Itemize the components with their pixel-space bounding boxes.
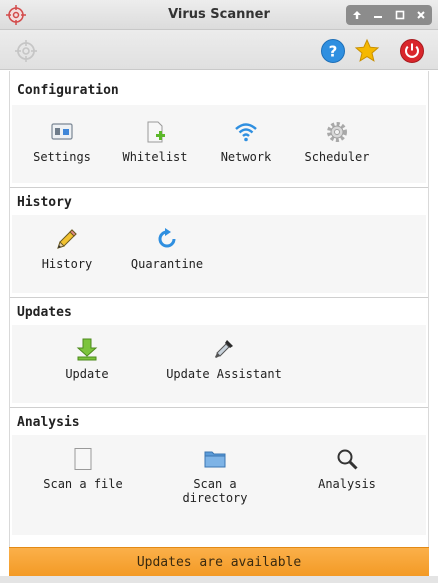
- download-arrow-icon: [76, 338, 98, 361]
- wifi-icon: [235, 123, 257, 142]
- star-icon[interactable]: [354, 38, 380, 64]
- eyedropper-icon: [215, 340, 233, 358]
- section-title: Updates: [17, 305, 72, 320]
- scan-directory-button[interactable]: Scan a directory: [160, 447, 270, 505]
- section-title: Configuration: [17, 83, 119, 98]
- main-panel: Configuration Settings Whitelist Network…: [9, 71, 429, 547]
- divider: [10, 407, 428, 408]
- close-icon[interactable]: [412, 6, 430, 24]
- section-title: History: [17, 195, 72, 210]
- minimize-icon[interactable]: [369, 6, 387, 24]
- file-icon: [74, 448, 92, 470]
- update-assistant-label: Update Assistant: [166, 367, 282, 381]
- divider: [10, 187, 428, 188]
- scan-directory-label: Scan a directory: [182, 477, 248, 505]
- scan-file-button[interactable]: Scan a file: [28, 447, 138, 491]
- scan-file-label: Scan a file: [43, 477, 123, 491]
- window-titlebar: Virus Scanner: [0, 0, 438, 30]
- maximize-icon[interactable]: [391, 6, 409, 24]
- gear-icon: [327, 122, 347, 142]
- history-button[interactable]: History: [12, 227, 122, 271]
- update-assistant-button[interactable]: Update Assistant: [161, 337, 287, 381]
- history-label: History: [41, 257, 93, 271]
- window-bottom-border: [0, 576, 438, 583]
- power-icon[interactable]: [399, 38, 425, 64]
- settings-icon: [51, 123, 73, 140]
- pencil-icon: [57, 229, 77, 249]
- crosshair-logo-icon: [15, 40, 37, 62]
- quarantine-button[interactable]: Quarantine: [112, 227, 222, 271]
- quarantine-label: Quarantine: [130, 257, 204, 271]
- analysis-button[interactable]: Analysis: [292, 447, 402, 491]
- updates-available-banner[interactable]: Updates are available: [9, 547, 429, 576]
- divider: [10, 297, 428, 298]
- folder-icon: [204, 451, 226, 468]
- analysis-label: Analysis: [318, 477, 376, 491]
- update-label: Update: [65, 367, 109, 381]
- section-title: Analysis: [17, 415, 80, 430]
- window-controls: [346, 5, 432, 25]
- update-button[interactable]: Update: [32, 337, 142, 381]
- toolbar: ?: [0, 30, 438, 70]
- refresh-icon: [158, 228, 176, 248]
- svg-text:?: ?: [329, 43, 338, 61]
- arrow-up-icon[interactable]: [348, 6, 366, 24]
- scheduler-button[interactable]: Scheduler: [282, 120, 392, 164]
- scheduler-label: Scheduler: [304, 150, 370, 164]
- magnifier-icon: [337, 449, 358, 470]
- whitelist-icon: [147, 121, 165, 143]
- help-icon[interactable]: ?: [320, 38, 346, 64]
